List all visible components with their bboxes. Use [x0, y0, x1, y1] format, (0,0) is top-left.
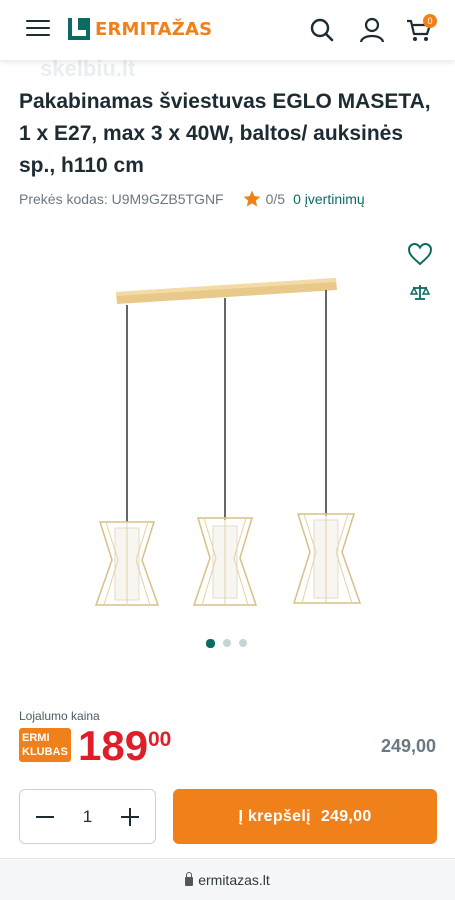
mounting-bar	[116, 278, 337, 304]
quantity-value[interactable]: 1	[83, 807, 92, 827]
gallery-dots	[206, 639, 255, 648]
increase-quantity-button[interactable]	[119, 806, 141, 828]
lock-icon	[185, 872, 194, 886]
product-meta: Prekės kodas: U9M9GZB5TGNF 0/5 0 įvertin…	[19, 189, 365, 209]
lamp-shade-right	[292, 513, 362, 604]
site-header: ERMITAŽAS 0	[0, 0, 455, 60]
loyalty-price: 189	[78, 722, 149, 769]
url-text: ermitazas.lt	[198, 872, 270, 888]
lamp-shade-left	[94, 521, 160, 606]
browser-url-bar[interactable]: ermitazas.lt	[0, 859, 455, 900]
menu-icon[interactable]	[26, 20, 50, 40]
cart-button[interactable]: 0	[405, 14, 437, 44]
add-to-cart-button[interactable]: Į krepšelį 249,00	[173, 789, 437, 844]
gallery-dot-3[interactable]	[239, 639, 247, 647]
badge-line-2: KLUBAS	[22, 746, 68, 758]
account-icon[interactable]	[358, 16, 386, 44]
badge-line-1: ERMI	[22, 732, 50, 744]
heart-icon[interactable]	[407, 242, 433, 266]
star-icon	[243, 190, 260, 207]
site-logo[interactable]: ERMITAŽAS	[68, 18, 212, 40]
quantity-stepper: 1	[19, 789, 156, 844]
compare-scale-icon[interactable]	[410, 282, 430, 302]
regular-price: 249,00	[380, 736, 436, 756]
reviews-link[interactable]: 0 įvertinimų	[293, 191, 365, 207]
product-title: Pakabinamas šviestuvas EGLO MASETA, 1 x …	[19, 90, 431, 177]
gallery-dot-2[interactable]	[223, 639, 231, 647]
add-to-cart-label: Į krepšelį	[238, 808, 311, 825]
logo-text: ERMITAŽAS	[95, 18, 213, 40]
gallery-dot-1[interactable]	[206, 639, 215, 648]
cart-count-badge: 0	[423, 14, 437, 28]
lamp-shade-center	[192, 517, 258, 606]
decrease-quantity-button[interactable]	[34, 806, 56, 828]
loyalty-price-cents: 00	[148, 728, 172, 751]
url-display: ermitazas.lt	[0, 872, 455, 888]
product-image[interactable]	[80, 260, 370, 620]
product-code: Prekės kodas: U9M9GZB5TGNF	[19, 191, 224, 207]
logo-mark	[68, 18, 90, 40]
ermi-klubas-badge: ERMI KLUBAS	[19, 728, 71, 762]
add-to-cart-price: 249,00	[320, 808, 372, 825]
search-icon[interactable]	[308, 16, 336, 44]
rating-value: 0/5	[265, 191, 286, 207]
loyalty-price-label: Lojalumo kaina	[19, 709, 100, 723]
